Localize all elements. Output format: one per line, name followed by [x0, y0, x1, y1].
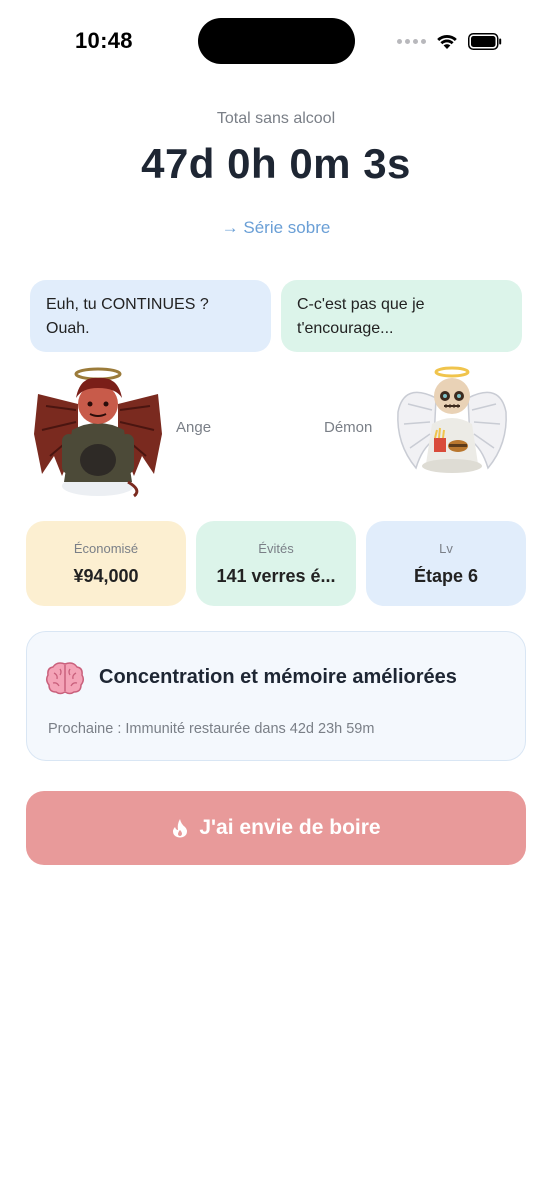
stat-avoided-card: Évités 141 verres é...	[196, 521, 356, 606]
brain-icon	[45, 662, 85, 695]
stat-level-label: Lv	[439, 541, 453, 556]
milestone-card: Concentration et mémoire améliorées Proc…	[26, 631, 526, 761]
angel-character-illustration	[397, 366, 507, 473]
cellular-signal-icon	[397, 38, 426, 44]
next-milestone-text: Prochaine : Immunité restaurée dans 42d …	[48, 721, 375, 737]
status-icons	[397, 30, 502, 52]
stat-saved-label: Économisé	[73, 541, 139, 556]
stat-level-value: Étape 6	[413, 566, 479, 586]
stat-avoided-value: 141 verres é...	[216, 566, 336, 586]
stat-level-card: Lv Étape 6	[366, 521, 526, 606]
craving-button[interactable]: J'ai envie de boire	[26, 791, 526, 865]
left-character-label: Ange	[176, 419, 212, 436]
status-time: 10:48	[75, 28, 133, 53]
left-speech-bubble: Euh, tu CONTINUES ? Ouah.	[30, 280, 271, 352]
stat-saved-value: ¥94,000	[73, 566, 139, 586]
milestone-title: Concentration et mémoire améliorées	[99, 666, 457, 688]
dynamic-island	[198, 18, 355, 64]
total-label: Total sans alcool	[216, 110, 336, 127]
battery-icon	[468, 32, 502, 50]
right-character-label: Démon	[324, 419, 373, 436]
demon-character-illustration	[34, 367, 162, 498]
craving-button-label: J'ai envie de boire	[199, 816, 381, 839]
stat-saved-card: Économisé ¥94,000	[26, 521, 186, 606]
flame-icon	[173, 819, 188, 838]
sober-streak-link[interactable]: → Série sobre	[0, 218, 552, 238]
sobriety-timer: 47d 0h 0m 3s	[141, 140, 411, 187]
app-screen: 10:48 Total sans alcool 47d 0h 0m 3s → S…	[0, 0, 552, 1200]
wifi-icon	[437, 34, 457, 49]
right-speech-bubble: C-c'est pas que je t'encourage...	[281, 280, 522, 352]
stat-avoided-label: Évités	[258, 541, 294, 556]
